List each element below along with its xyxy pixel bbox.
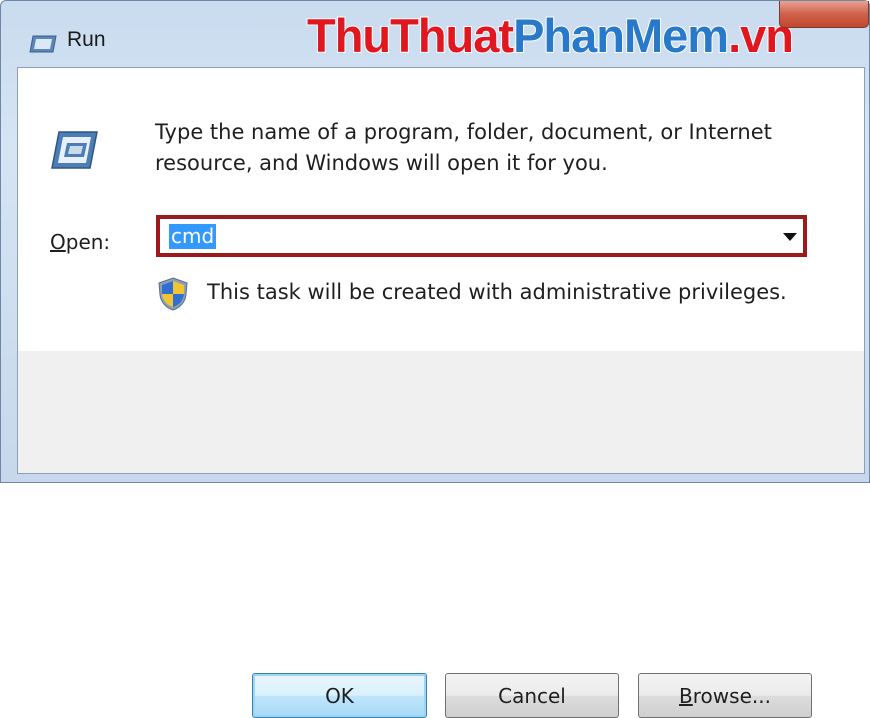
run-icon <box>29 35 57 53</box>
close-button[interactable] <box>779 1 869 28</box>
run-dialog-window: Run ThuThuatPhanMem.vn Type the name of … <box>0 0 870 718</box>
admin-privileges-notice: This task will be created with administr… <box>207 280 787 304</box>
watermark-logo: ThuThuatPhanMem.vn <box>306 8 795 63</box>
uac-shield-icon <box>158 277 188 311</box>
browse-button[interactable]: Browse... <box>638 673 812 718</box>
run-icon <box>51 131 98 169</box>
ok-button[interactable]: OK <box>252 673 427 718</box>
dialog-body: Type the name of a program, folder, docu… <box>17 67 865 718</box>
cancel-button[interactable]: Cancel <box>445 673 619 718</box>
window-title: Run <box>67 28 106 51</box>
open-combobox[interactable]: cmd <box>156 215 807 257</box>
open-input-value[interactable]: cmd <box>169 224 217 249</box>
button-panel: OK Cancel Browse... <box>18 351 864 718</box>
dialog-description: Type the name of a program, folder, docu… <box>155 120 772 175</box>
open-label: Open: <box>50 230 111 254</box>
chevron-down-icon[interactable] <box>783 233 797 241</box>
